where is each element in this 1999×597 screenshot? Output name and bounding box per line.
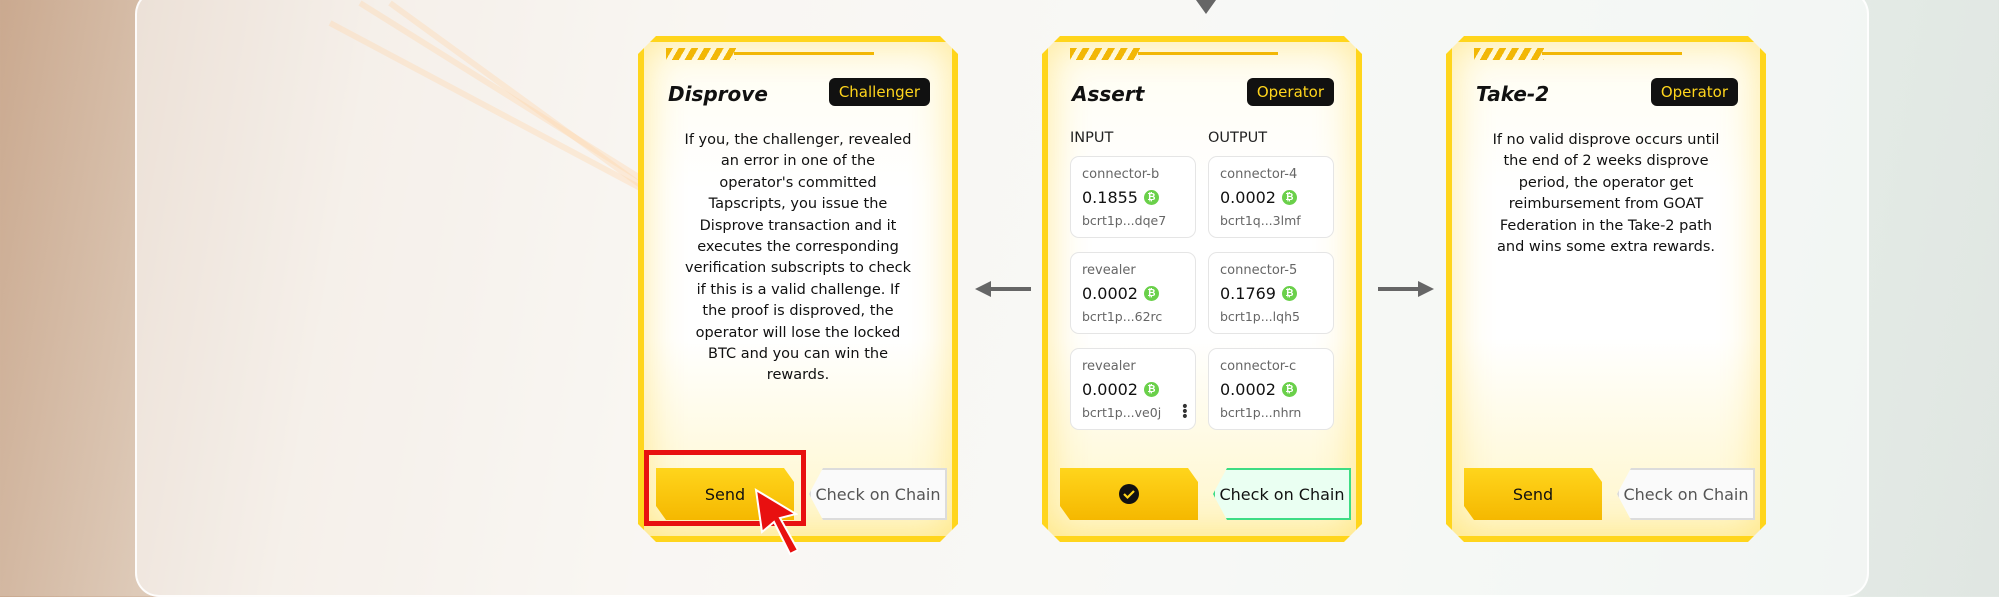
card-title: Assert	[1072, 82, 1145, 106]
input-item[interactable]: connector-b 0.1855 ₿ bcrt1p...dqe7	[1070, 156, 1196, 238]
btc-icon: ₿	[1144, 286, 1159, 301]
card-title: Disprove	[668, 82, 768, 106]
right-arrow-icon	[1378, 281, 1434, 297]
input-item[interactable]: revealer 0.0002 ₿ bcrt1p...62rc	[1070, 252, 1196, 334]
btc-icon: ₿	[1282, 382, 1297, 397]
check-on-chain-button[interactable]: Check on Chain	[809, 468, 947, 520]
more-options-icon[interactable]: • • •	[1181, 405, 1189, 420]
output-item[interactable]: connector-5 0.1769 ₿ bcrt1p...lqh5	[1208, 252, 1334, 334]
btc-icon: ₿	[1144, 190, 1159, 205]
io-name: connector-5	[1220, 263, 1298, 278]
card-topline	[734, 52, 874, 55]
card-stripes	[1474, 48, 1544, 60]
card-stripes	[1070, 48, 1140, 60]
btc-icon: ₿	[1282, 286, 1297, 301]
input-item[interactable]: revealer 0.0002 ₿ bcrt1p...ve0j • • •	[1070, 348, 1196, 430]
io-value: 0.0002 ₿	[1082, 284, 1184, 303]
role-badge: Operator	[1651, 78, 1738, 106]
io-value: 0.1769 ₿	[1220, 284, 1322, 303]
card-description: If no valid disprove occurs until the en…	[1492, 132, 1720, 256]
io-address: bcrt1p...lqh5	[1220, 309, 1300, 324]
card-description: If you, the challenger, revealed an erro…	[684, 132, 912, 384]
io-amount: 0.0002	[1220, 188, 1276, 207]
io-address: bcrt1p...ve0j	[1082, 405, 1162, 420]
io-value: 0.0002 ₿	[1220, 188, 1322, 207]
io-value: 0.1855 ₿	[1082, 188, 1184, 207]
io-amount: 0.0002	[1082, 284, 1138, 303]
io-amount: 0.0002	[1082, 380, 1138, 399]
io-name: connector-4	[1220, 167, 1298, 182]
input-label: INPUT	[1070, 130, 1114, 146]
check-on-chain-button[interactable]: Check on Chain	[1213, 468, 1351, 520]
left-arrow-icon	[975, 281, 1031, 297]
assert-card: Assert Operator INPUT OUTPUT connector-b…	[1042, 36, 1362, 542]
output-item[interactable]: connector-4 0.0002 ₿ bcrt1q...3lmf	[1208, 156, 1334, 238]
io-name: revealer	[1082, 359, 1136, 374]
card-topline	[1542, 52, 1682, 55]
io-amount: 0.0002	[1220, 380, 1276, 399]
check-on-chain-button[interactable]: Check on Chain	[1617, 468, 1755, 520]
io-amount: 0.1855	[1082, 188, 1138, 207]
confirmed-button[interactable]	[1060, 468, 1198, 520]
card-stripes	[666, 48, 736, 60]
io-value: 0.0002 ₿	[1220, 380, 1322, 399]
io-name: connector-c	[1220, 359, 1297, 374]
output-label: OUTPUT	[1208, 130, 1268, 146]
io-address: bcrt1p...62rc	[1082, 309, 1163, 324]
io-name: revealer	[1082, 263, 1136, 278]
io-address: bcrt1p...dqe7	[1082, 213, 1167, 228]
card-topline	[1138, 52, 1278, 55]
down-arrow-icon	[1196, 0, 1216, 14]
btc-icon: ₿	[1144, 382, 1159, 397]
io-address: bcrt1q...3lmf	[1220, 213, 1301, 228]
role-badge: Challenger	[829, 78, 930, 106]
role-badge: Operator	[1247, 78, 1334, 106]
btc-icon: ₿	[1282, 190, 1297, 205]
cursor-arrow-icon	[754, 488, 798, 556]
io-address: bcrt1p...nhrn	[1220, 405, 1302, 420]
send-button[interactable]: Send	[1464, 468, 1602, 520]
take2-card: Take-2 Operator If no valid disprove occ…	[1446, 36, 1766, 542]
io-value: 0.0002 ₿	[1082, 380, 1184, 399]
io-name: connector-b	[1082, 167, 1160, 182]
check-circle-icon	[1118, 483, 1140, 505]
card-title: Take-2	[1476, 82, 1550, 106]
io-amount: 0.1769	[1220, 284, 1276, 303]
output-item[interactable]: connector-c 0.0002 ₿ bcrt1p...nhrn	[1208, 348, 1334, 430]
